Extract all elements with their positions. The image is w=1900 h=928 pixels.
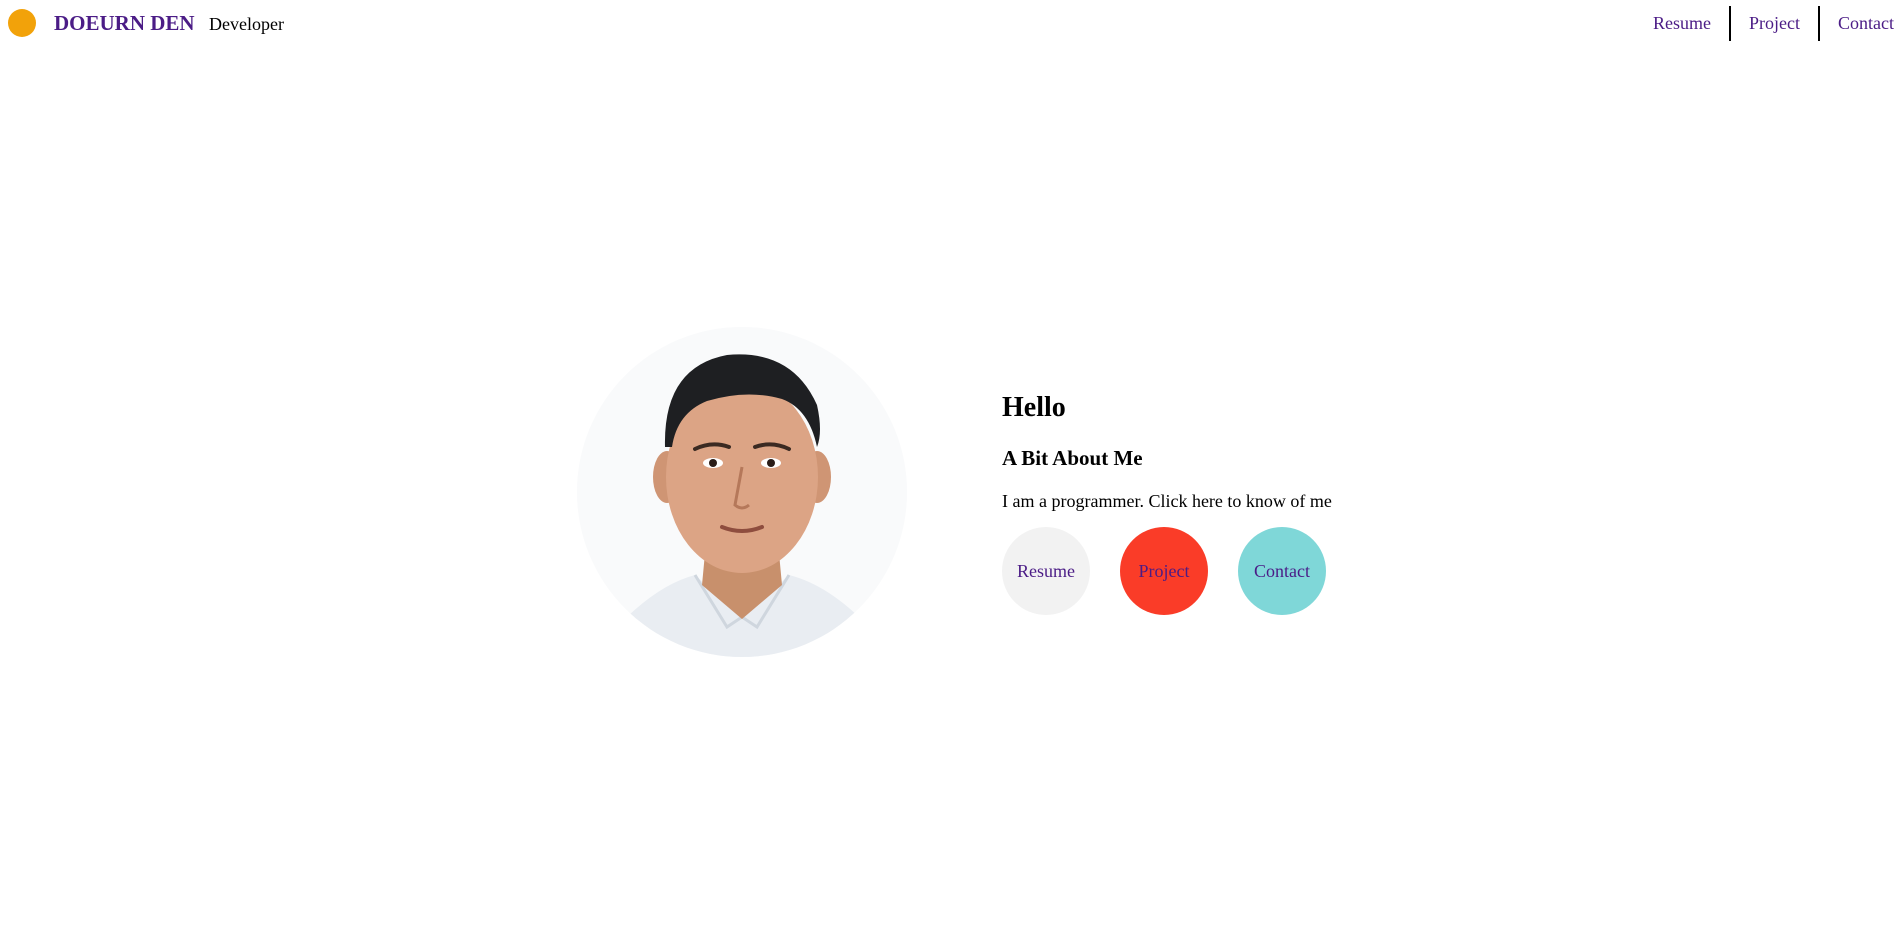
top-nav-links: Resume Project Contact: [1635, 6, 1900, 41]
nav-link-project[interactable]: Project: [1731, 6, 1818, 41]
profile-photo-illustration: [577, 327, 907, 657]
top-navbar: DOEURN DEN Developer Resume Project Cont…: [0, 0, 1900, 46]
brand-role: Developer: [209, 14, 284, 34]
intro-section: Hello A Bit About Me I am a programmer. …: [1002, 390, 1422, 615]
resume-button[interactable]: Resume: [1002, 527, 1090, 615]
brand-name[interactable]: DOEURN DEN: [54, 10, 195, 36]
contact-button[interactable]: Contact: [1238, 527, 1326, 615]
nav-link-contact[interactable]: Contact: [1820, 6, 1900, 41]
project-button[interactable]: Project: [1120, 527, 1208, 615]
logo-circle-icon: [8, 9, 36, 37]
hero-title: Hello: [1002, 392, 1066, 423]
hero-subtitle: A Bit About Me: [1002, 446, 1143, 470]
circle-button-group: Resume Project Contact: [1002, 527, 1326, 615]
nav-link-resume[interactable]: Resume: [1635, 6, 1729, 41]
profile-photo: [577, 327, 907, 657]
hero-description: I am a programmer. Click here to know of…: [1002, 491, 1332, 511]
